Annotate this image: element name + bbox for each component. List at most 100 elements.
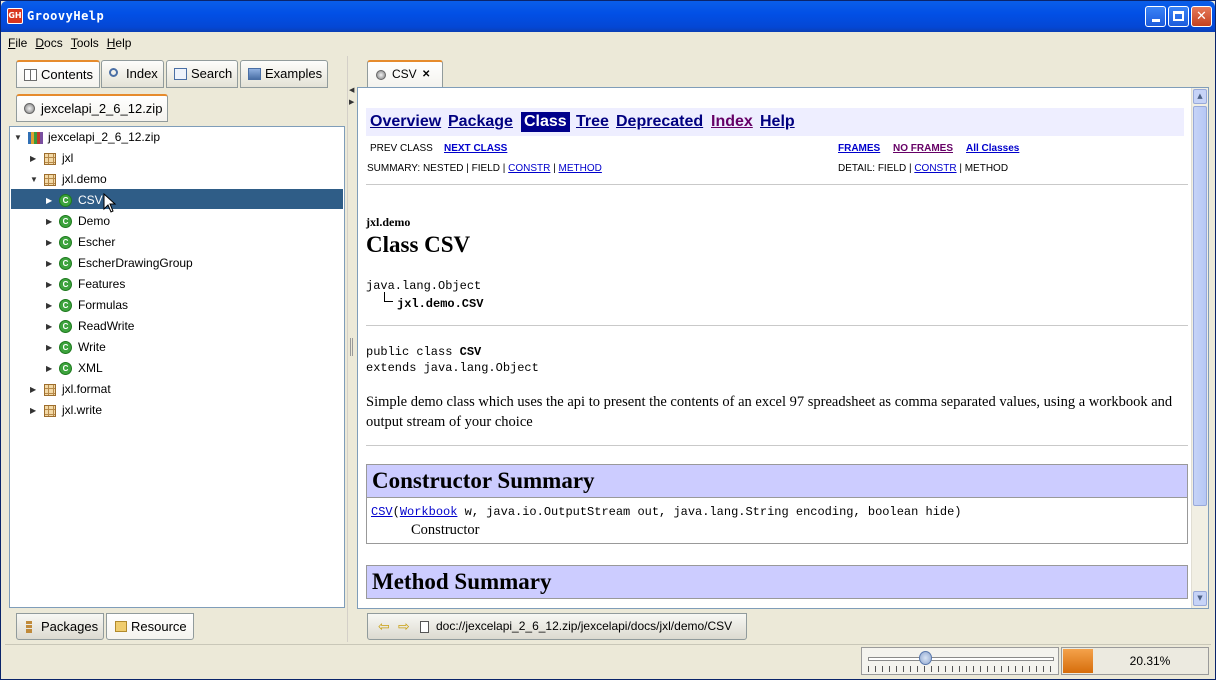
nav-overview-link[interactable]: Overview bbox=[370, 112, 441, 132]
class-icon: C bbox=[59, 194, 72, 207]
class-icon: C bbox=[59, 341, 72, 354]
scroll-down-icon[interactable]: ▼ bbox=[1193, 591, 1207, 606]
decl-modifiers: public class bbox=[366, 345, 460, 359]
tree-node-class[interactable]: ▶ C Escher bbox=[46, 232, 336, 253]
tab-doc-csv[interactable]: CSV ✕ bbox=[367, 60, 443, 88]
progress-text: 20.31% bbox=[1129, 654, 1171, 668]
address-text[interactable]: doc://jexcelapi_2_6_12.zip/jexcelapi/doc… bbox=[436, 614, 732, 639]
tab-index-label: Index bbox=[126, 66, 158, 81]
maximize-button[interactable] bbox=[1168, 6, 1189, 27]
groovyhelp-window: GH GroovyHelp ✕ File Docs Tools Help Conten… bbox=[0, 0, 1216, 680]
tree-label-jxl-demo: jxl.demo bbox=[62, 172, 107, 186]
nav-class-current: Class bbox=[521, 112, 570, 132]
tab-search-label: Search bbox=[191, 66, 233, 81]
examples-icon bbox=[248, 68, 261, 80]
tab-contents[interactable]: Contents bbox=[16, 60, 100, 88]
mouse-pointer-icon bbox=[103, 193, 117, 213]
ctor-params: w, java.io.OutputStream out, java.lang.S… bbox=[457, 505, 962, 519]
slider-knob[interactable] bbox=[919, 651, 932, 665]
document-scrollbar[interactable]: ▲ ▼ bbox=[1191, 88, 1208, 608]
tree-node-class[interactable]: ▶ C ReadWrite bbox=[46, 316, 336, 337]
frames-link[interactable]: FRAMES bbox=[838, 143, 880, 155]
minimize-icon bbox=[1151, 19, 1160, 22]
collapse-right-icon: ▶ bbox=[349, 98, 355, 106]
nav-package-link[interactable]: Package bbox=[448, 112, 513, 132]
nav-help-link[interactable]: Help bbox=[760, 112, 795, 132]
grip-icon bbox=[350, 338, 353, 356]
tab-index[interactable]: Index bbox=[101, 60, 164, 88]
collapsed-arrow-icon: ▶ bbox=[30, 154, 37, 163]
menu-file[interactable]: File bbox=[5, 34, 30, 52]
constructor-summary-table: CSV(Workbook w, java.io.OutputStream out… bbox=[366, 498, 1188, 544]
contents-tree[interactable]: ▼ jexcelapi_2_6_12.zip ▶ jxl ▼ jxl.demo … bbox=[9, 126, 345, 608]
nav-deprecated-link[interactable]: Deprecated bbox=[616, 112, 703, 132]
class-declaration-line1: public class CSV bbox=[366, 344, 481, 360]
tab-resource[interactable]: Resource bbox=[106, 613, 194, 640]
no-frames-link[interactable]: NO FRAMES bbox=[893, 143, 953, 155]
class-icon: C bbox=[59, 362, 72, 375]
class-icon: C bbox=[59, 320, 72, 333]
scroll-up-icon[interactable]: ▲ bbox=[1193, 89, 1207, 104]
class-icon: C bbox=[59, 257, 72, 270]
title-bar[interactable]: GH GroovyHelp ✕ bbox=[1, 1, 1215, 32]
menu-tools[interactable]: Tools bbox=[68, 34, 102, 52]
tab-packages[interactable]: Packages bbox=[16, 613, 104, 640]
scroll-thumb[interactable] bbox=[1193, 106, 1207, 506]
close-button[interactable]: ✕ bbox=[1191, 6, 1212, 27]
next-class-link[interactable]: NEXT CLASS bbox=[444, 143, 507, 155]
detail-constr-link[interactable]: CONSTR bbox=[914, 163, 956, 174]
tree-label-class: Formulas bbox=[78, 298, 129, 312]
package-icon bbox=[44, 174, 56, 186]
detail-prefix: DETAIL: FIELD | bbox=[838, 163, 915, 174]
tree-node-class[interactable]: ▶ C Features bbox=[46, 274, 336, 295]
java-file-icon bbox=[420, 621, 429, 633]
tree-node-jxl-write[interactable]: ▶ jxl.write bbox=[30, 400, 330, 421]
tree-connector-icon bbox=[384, 292, 393, 302]
ctor-open-paren: ( bbox=[392, 505, 400, 519]
back-arrow-icon[interactable]: ⇦ bbox=[378, 614, 390, 639]
class-icon: C bbox=[59, 236, 72, 249]
summary-sep: | bbox=[550, 163, 559, 174]
class-icon: C bbox=[59, 278, 72, 291]
tree-node-class[interactable]: ▶ C CSV bbox=[46, 190, 336, 211]
zoom-slider[interactable] bbox=[861, 647, 1059, 675]
nav-index-link[interactable]: Index bbox=[711, 112, 753, 132]
tree-node-class[interactable]: ▶ C Demo bbox=[46, 211, 336, 232]
tree-root-label: jexcelapi_2_6_12.zip bbox=[48, 130, 161, 144]
tree-node-class[interactable]: ▶ C Write bbox=[46, 337, 336, 358]
collapsed-arrow-icon: ▶ bbox=[46, 343, 53, 352]
menu-docs[interactable]: Docs bbox=[32, 34, 65, 52]
tree-node-jxl[interactable]: ▶ jxl bbox=[30, 148, 330, 169]
tree-node-jxl-format[interactable]: ▶ jxl.format bbox=[30, 379, 330, 400]
summary-method-link[interactable]: METHOD bbox=[559, 163, 602, 174]
tree-node-jxl-demo[interactable]: ▼ jxl.demo bbox=[30, 169, 330, 190]
detail-sep: | bbox=[956, 163, 965, 174]
tab-search[interactable]: Search bbox=[166, 60, 238, 88]
close-tab-icon[interactable]: ✕ bbox=[422, 62, 430, 87]
tree-node-class[interactable]: ▶ C XML bbox=[46, 358, 336, 379]
tree-label-class: Demo bbox=[78, 214, 111, 228]
workbook-link[interactable]: Workbook bbox=[400, 505, 458, 519]
tree-node-class[interactable]: ▶ C Formulas bbox=[46, 295, 336, 316]
summary-constr-link[interactable]: CONSTR bbox=[508, 163, 550, 174]
tab-contents-label: Contents bbox=[41, 67, 94, 82]
forward-arrow-icon[interactable]: ⇨ bbox=[398, 614, 410, 639]
javadoc-page: Overview Package Class Tree Deprecated I… bbox=[366, 88, 1188, 608]
document-view[interactable]: Overview Package Class Tree Deprecated I… bbox=[357, 87, 1209, 609]
tab-jexcelapi-zip[interactable]: jexcelapi_2_6_12.zip bbox=[16, 94, 168, 122]
nav-tree-link[interactable]: Tree bbox=[576, 112, 609, 132]
tree-label-class: XML bbox=[78, 361, 103, 375]
splitter-handle[interactable]: ◀ ▶ bbox=[347, 56, 356, 642]
tree-label-class: CSV bbox=[78, 193, 103, 207]
tab-examples-label: Examples bbox=[265, 66, 323, 81]
tree-node-root[interactable]: ▼ jexcelapi_2_6_12.zip bbox=[14, 127, 314, 148]
all-classes-link[interactable]: All Classes bbox=[966, 143, 1019, 155]
resource-icon bbox=[115, 621, 127, 632]
tree-node-class[interactable]: ▶ C EscherDrawingGroup bbox=[46, 253, 336, 274]
constructor-link[interactable]: CSV bbox=[371, 505, 393, 519]
minimize-button[interactable] bbox=[1145, 6, 1166, 27]
tree-label-jxl-write: jxl.write bbox=[62, 403, 103, 417]
divider bbox=[366, 184, 1188, 185]
menu-help[interactable]: Help bbox=[104, 34, 135, 52]
tab-examples[interactable]: Examples bbox=[240, 60, 328, 88]
